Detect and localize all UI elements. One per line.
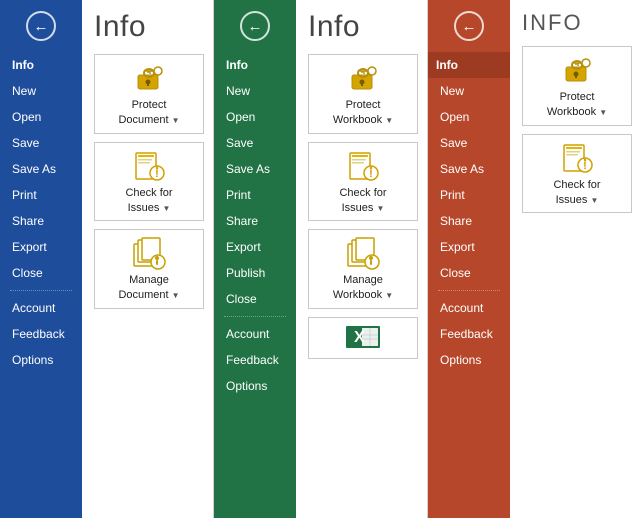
excel-nav-print[interactable]: Print: [214, 182, 296, 208]
excel-red-back-circle-icon: ←: [454, 11, 484, 41]
word-nav-print[interactable]: Print: [0, 182, 82, 208]
excel-protect-workbook-button[interactable]: ProtectWorkbook ▼: [308, 54, 418, 134]
excel-red-nav-saveas[interactable]: Save As: [428, 156, 510, 182]
word-nav-export[interactable]: Export: [0, 234, 82, 260]
excel-nav-feedback[interactable]: Feedback: [214, 347, 296, 373]
word-protect-icon: [130, 61, 168, 95]
excel-nav-info[interactable]: Info: [214, 52, 296, 78]
excel-nav-open[interactable]: Open: [214, 104, 296, 130]
excel-extra-icon: X: [344, 324, 382, 350]
excel-red-nav-share[interactable]: Share: [428, 208, 510, 234]
excel-red-nav-close[interactable]: Close: [428, 260, 510, 286]
word-check-issues-button[interactable]: ! Check forIssues ▼: [94, 142, 204, 222]
excel-red-nav-print[interactable]: Print: [428, 182, 510, 208]
excel-sidebar: ← Info New Open Save Save As Print Share…: [214, 0, 296, 518]
excel-nav-saveas[interactable]: Save As: [214, 156, 296, 182]
word-panel: ← Info New Open Save Save As Print Share…: [0, 0, 213, 518]
back-circle-icon: ←: [26, 11, 56, 41]
word-manage-icon: [130, 236, 168, 270]
word-manage-document-button[interactable]: ManageDocument ▼: [94, 229, 204, 309]
excel-red-nav-export[interactable]: Export: [428, 234, 510, 260]
word-manage-label: ManageDocument ▼: [118, 273, 179, 303]
word-check-icon: !: [130, 149, 168, 183]
excel-nav-new[interactable]: New: [214, 78, 296, 104]
excel-red-back-button[interactable]: ←: [428, 0, 510, 52]
word-nav-options[interactable]: Options: [0, 347, 82, 373]
excel-back-circle-icon: ←: [240, 11, 270, 41]
word-nav-open[interactable]: Open: [0, 104, 82, 130]
excel-check-icon: !: [344, 149, 382, 183]
word-check-label: Check forIssues ▼: [125, 186, 172, 216]
excel-red-nav-open[interactable]: Open: [428, 104, 510, 130]
word-nav-saveas[interactable]: Save As: [0, 156, 82, 182]
excel-nav-options[interactable]: Options: [214, 373, 296, 399]
excel-red-nav-account[interactable]: Account: [428, 295, 510, 321]
excel-red-protect-button[interactable]: ProtectWorkbook ▼: [522, 46, 632, 126]
excel-red-page-title: INFO: [522, 10, 631, 36]
svg-text:!: !: [369, 168, 373, 180]
word-nav-feedback[interactable]: Feedback: [0, 321, 82, 347]
excel-nav-publish[interactable]: Publish: [214, 260, 296, 286]
excel-nav-account[interactable]: Account: [214, 321, 296, 347]
excel-red-content: INFO ProtectWorkbook ▼: [510, 0, 637, 518]
excel-page-title: Info: [308, 10, 417, 44]
excel-red-protect-label: ProtectWorkbook ▼: [547, 90, 607, 120]
excel-manage-workbook-button[interactable]: ManageWorkbook ▼: [308, 229, 418, 309]
excel-nav-share[interactable]: Share: [214, 208, 296, 234]
svg-text:!: !: [583, 160, 587, 172]
excel-extra-button[interactable]: X: [308, 317, 418, 359]
excel-red-nav-feedback[interactable]: Feedback: [428, 321, 510, 347]
word-nav-info[interactable]: Info: [0, 52, 82, 78]
word-nav-share[interactable]: Share: [0, 208, 82, 234]
excel-red-protect-icon: [558, 53, 596, 87]
excel-check-issues-button[interactable]: ! Check forIssues ▼: [308, 142, 418, 222]
excel-protect-icon: [344, 61, 382, 95]
excel-panel: ← Info New Open Save Save As Print Share…: [214, 0, 427, 518]
excel-nav-close[interactable]: Close: [214, 286, 296, 312]
word-sidebar: ← Info New Open Save Save As Print Share…: [0, 0, 82, 518]
excel-red-check-icon: !: [558, 141, 596, 175]
word-nav-save[interactable]: Save: [0, 130, 82, 156]
word-back-button[interactable]: ←: [0, 0, 82, 52]
word-protect-label: ProtectDocument ▼: [118, 98, 179, 128]
excel-red-nav-options[interactable]: Options: [428, 347, 510, 373]
word-nav-account[interactable]: Account: [0, 295, 82, 321]
svg-text:!: !: [155, 168, 159, 180]
word-nav-new[interactable]: New: [0, 78, 82, 104]
word-nav-close[interactable]: Close: [0, 260, 82, 286]
excel-red-nav-divider: [438, 290, 500, 291]
excel-red-check-button[interactable]: ! Check forIssues ▼: [522, 134, 632, 214]
excel-red-panel: ← Info New Open Save Save As Print Share…: [428, 0, 637, 518]
excel-nav-export[interactable]: Export: [214, 234, 296, 260]
excel-red-nav-save[interactable]: Save: [428, 130, 510, 156]
word-content: Info ProtectDocument ▼: [82, 0, 213, 518]
excel-manage-icon: [344, 236, 382, 270]
excel-nav-save[interactable]: Save: [214, 130, 296, 156]
excel-back-button[interactable]: ←: [214, 0, 296, 52]
excel-protect-label: ProtectWorkbook ▼: [333, 98, 393, 128]
excel-manage-label: ManageWorkbook ▼: [333, 273, 393, 303]
excel-red-check-label: Check forIssues ▼: [553, 178, 600, 208]
excel-red-sidebar: ← Info New Open Save Save As Print Share…: [428, 0, 510, 518]
word-nav-divider: [10, 290, 72, 291]
excel-red-nav-info[interactable]: Info: [428, 52, 510, 78]
excel-red-nav-new[interactable]: New: [428, 78, 510, 104]
word-page-title: Info: [94, 10, 203, 44]
excel-check-label: Check forIssues ▼: [339, 186, 386, 216]
excel-content: Info ProtectWorkbook ▼: [296, 0, 427, 518]
excel-nav-divider: [224, 316, 286, 317]
word-protect-document-button[interactable]: ProtectDocument ▼: [94, 54, 204, 134]
